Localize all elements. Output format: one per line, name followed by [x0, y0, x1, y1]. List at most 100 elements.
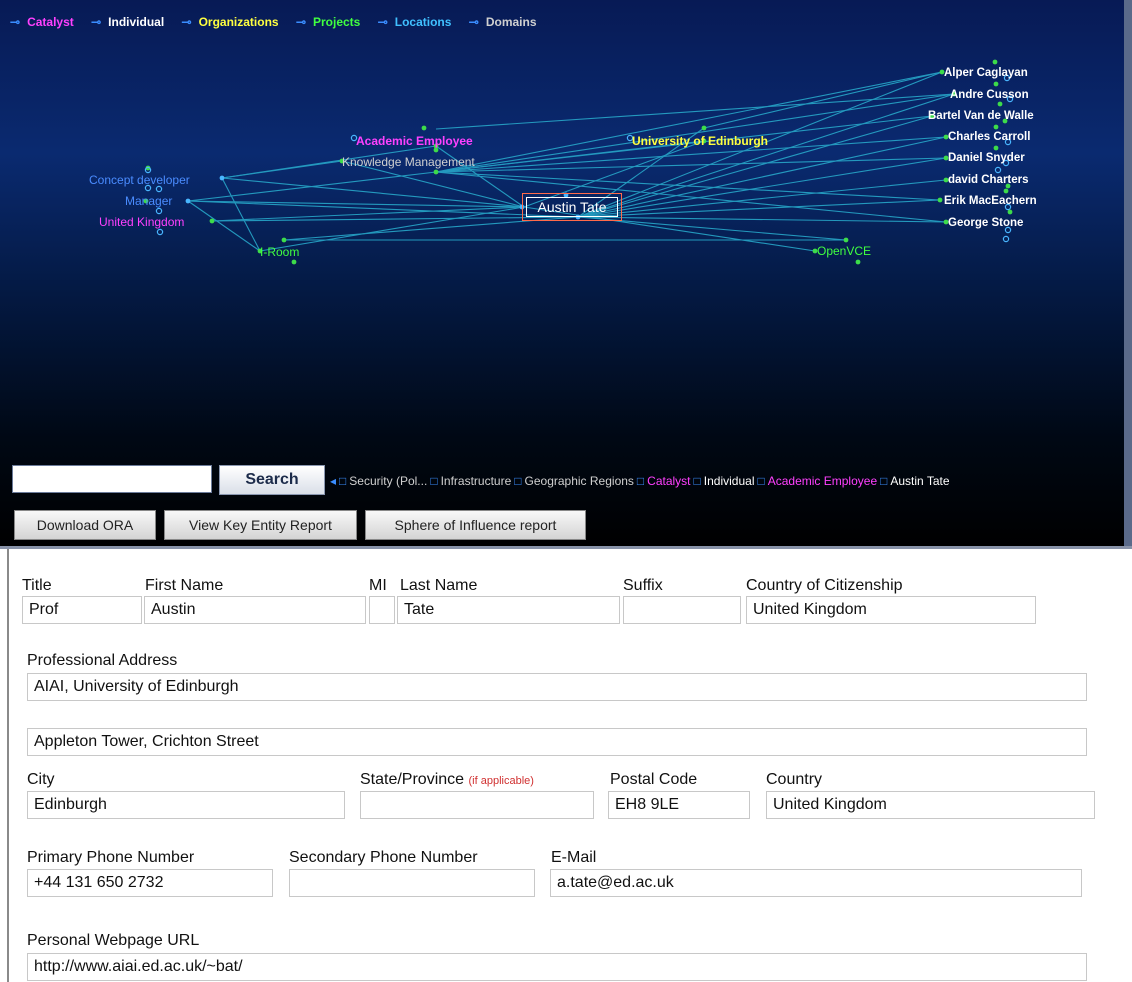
network-node-dot[interactable]: [1003, 188, 1009, 194]
network-node-label[interactable]: George Stone: [948, 216, 1023, 230]
sphere-of-influence-report-button[interactable]: Sphere of Influence report: [365, 510, 586, 540]
network-node-dot[interactable]: [155, 207, 163, 215]
focus-node-austin-tate[interactable]: Austin Tate: [522, 193, 622, 221]
network-edge: [221, 177, 261, 252]
search-button[interactable]: Search: [219, 465, 325, 495]
network-node-label[interactable]: Charles Carroll: [948, 130, 1030, 144]
address-line-1-field[interactable]: AIAI, University of Edinburgh: [27, 673, 1087, 701]
breadcrumb-separator-icon: □: [430, 474, 438, 488]
country-field[interactable]: United Kingdom: [766, 791, 1095, 819]
secondary-phone-field[interactable]: [289, 869, 535, 897]
breadcrumb-separator-icon: □: [514, 474, 522, 488]
breadcrumb-item[interactable]: Geographic Regions: [525, 474, 634, 488]
first-name-field[interactable]: Austin: [144, 596, 366, 624]
breadcrumb-separator-icon: □: [339, 474, 347, 488]
city-field[interactable]: Edinburgh: [27, 791, 345, 819]
network-node-label[interactable]: United Kingdom: [99, 215, 184, 229]
network-node-label[interactable]: Bartel Van de Walle: [928, 109, 1034, 123]
network-node-dot[interactable]: [421, 125, 427, 131]
breadcrumb-separator-icon: □: [757, 474, 765, 488]
breadcrumb-item[interactable]: Academic Employee: [768, 474, 877, 488]
last-name-label: Last Name: [400, 577, 478, 594]
breadcrumb-item[interactable]: Security (Pol...: [349, 474, 427, 488]
state-label: State/Province (if applicable): [360, 771, 534, 788]
network-node-dot[interactable]: [156, 228, 164, 236]
network-node-dot[interactable]: [433, 169, 439, 175]
network-node-label[interactable]: Erik MacEachern: [944, 194, 1037, 208]
network-node-dot[interactable]: [433, 147, 439, 153]
network-node-label[interactable]: University of Edinburgh: [632, 134, 768, 148]
download-ora-button[interactable]: Download ORA: [14, 510, 156, 540]
address-line-2-field[interactable]: Appleton Tower, Crichton Street: [27, 728, 1087, 756]
network-node-dot[interactable]: [843, 237, 849, 243]
middle-initial-field[interactable]: [369, 596, 395, 624]
primary-phone-field[interactable]: +44 131 650 2732: [27, 869, 273, 897]
email-field[interactable]: a.tate@ed.ac.uk: [550, 869, 1082, 897]
breadcrumb-item[interactable]: Infrastructure: [441, 474, 512, 488]
breadcrumb-separator-icon: □: [880, 474, 888, 488]
profile-form: Title Prof First Name Austin MI Last Nam…: [0, 549, 1132, 982]
network-node-dot[interactable]: [155, 185, 163, 193]
primary-phone-label: Primary Phone Number: [27, 849, 195, 866]
network-node-label[interactable]: Concept developer: [89, 173, 190, 187]
title-field[interactable]: Prof: [22, 596, 142, 624]
form-left-border: [7, 549, 9, 982]
webpage-url-label: Personal Webpage URL: [27, 932, 200, 949]
network-node-dot[interactable]: [992, 59, 998, 65]
citizenship-label: Country of Citizenship: [746, 577, 903, 594]
postal-code-label: Postal Code: [610, 771, 698, 788]
network-node-label[interactable]: Knowledge Management: [342, 155, 475, 169]
network-viewer[interactable]: ⊸ Catalyst ⊸ Individual ⊸ Organizations ⊸ Pr…: [0, 0, 1132, 548]
postal-code-field[interactable]: EH8 9LE: [608, 791, 750, 819]
webpage-url-field[interactable]: http://www.aiai.ed.ac.uk/~bat/: [27, 953, 1087, 981]
suffix-field[interactable]: [623, 596, 741, 624]
viewer-scroll-edge: [1124, 0, 1132, 548]
breadcrumb-item[interactable]: Individual: [704, 474, 755, 488]
focus-node-label: Austin Tate: [526, 197, 618, 217]
network-edge: [435, 171, 941, 201]
network-node-dot[interactable]: [185, 198, 191, 204]
network-node-dot[interactable]: [993, 145, 999, 151]
network-node-dot[interactable]: [855, 259, 861, 265]
breadcrumb-item[interactable]: Austin Tate: [890, 474, 949, 488]
network-node-label[interactable]: david Charters: [948, 173, 1029, 187]
network-node-label[interactable]: Academic Employee: [356, 134, 473, 148]
view-key-entity-report-button[interactable]: View Key Entity Report: [164, 510, 357, 540]
country-label: Country: [766, 771, 823, 788]
state-field[interactable]: [360, 791, 594, 819]
search-input[interactable]: [12, 465, 212, 493]
secondary-phone-label: Secondary Phone Number: [289, 849, 478, 866]
state-note: (if applicable): [468, 775, 534, 787]
network-node-label[interactable]: Andre Cusson: [950, 88, 1029, 102]
breadcrumb-separator-icon: □: [693, 474, 701, 488]
network-node-dot[interactable]: [219, 175, 225, 181]
network-node-dot[interactable]: [1002, 235, 1010, 243]
network-node-dot[interactable]: [937, 197, 943, 203]
network-node-dot[interactable]: [1007, 209, 1013, 215]
network-node-dot[interactable]: [997, 101, 1003, 107]
network-edge: [435, 93, 955, 130]
breadcrumb-item[interactable]: Catalyst: [647, 474, 690, 488]
network-node-dot[interactable]: [701, 125, 707, 131]
network-node-dot[interactable]: [291, 259, 297, 265]
network-edge: [187, 171, 437, 202]
network-node-dot[interactable]: [994, 166, 1002, 174]
network-node-label[interactable]: OpenVCE: [817, 244, 871, 258]
citizenship-field[interactable]: United Kingdom: [746, 596, 1036, 624]
network-node-dot[interactable]: [993, 81, 999, 87]
breadcrumb: ◂ □ Security (Pol... □ Infrastructure □ Geogra…: [330, 474, 950, 488]
email-label: E-Mail: [551, 849, 597, 866]
network-edge: [221, 160, 343, 179]
network-edge: [187, 200, 261, 252]
network-edge: [435, 71, 943, 173]
network-node-dot[interactable]: [993, 124, 999, 130]
last-name-field[interactable]: Tate: [397, 596, 620, 624]
network-node-dot[interactable]: [281, 237, 287, 243]
network-node-label[interactable]: I-Room: [260, 245, 299, 259]
network-node-label[interactable]: Daniel Snyder: [948, 151, 1025, 165]
title-label: Title: [22, 577, 52, 594]
network-node-label[interactable]: Manager: [125, 194, 172, 208]
network-node-label[interactable]: Alper Caglayan: [944, 66, 1028, 80]
network-node-dot[interactable]: [209, 218, 215, 224]
city-label: City: [27, 771, 55, 788]
